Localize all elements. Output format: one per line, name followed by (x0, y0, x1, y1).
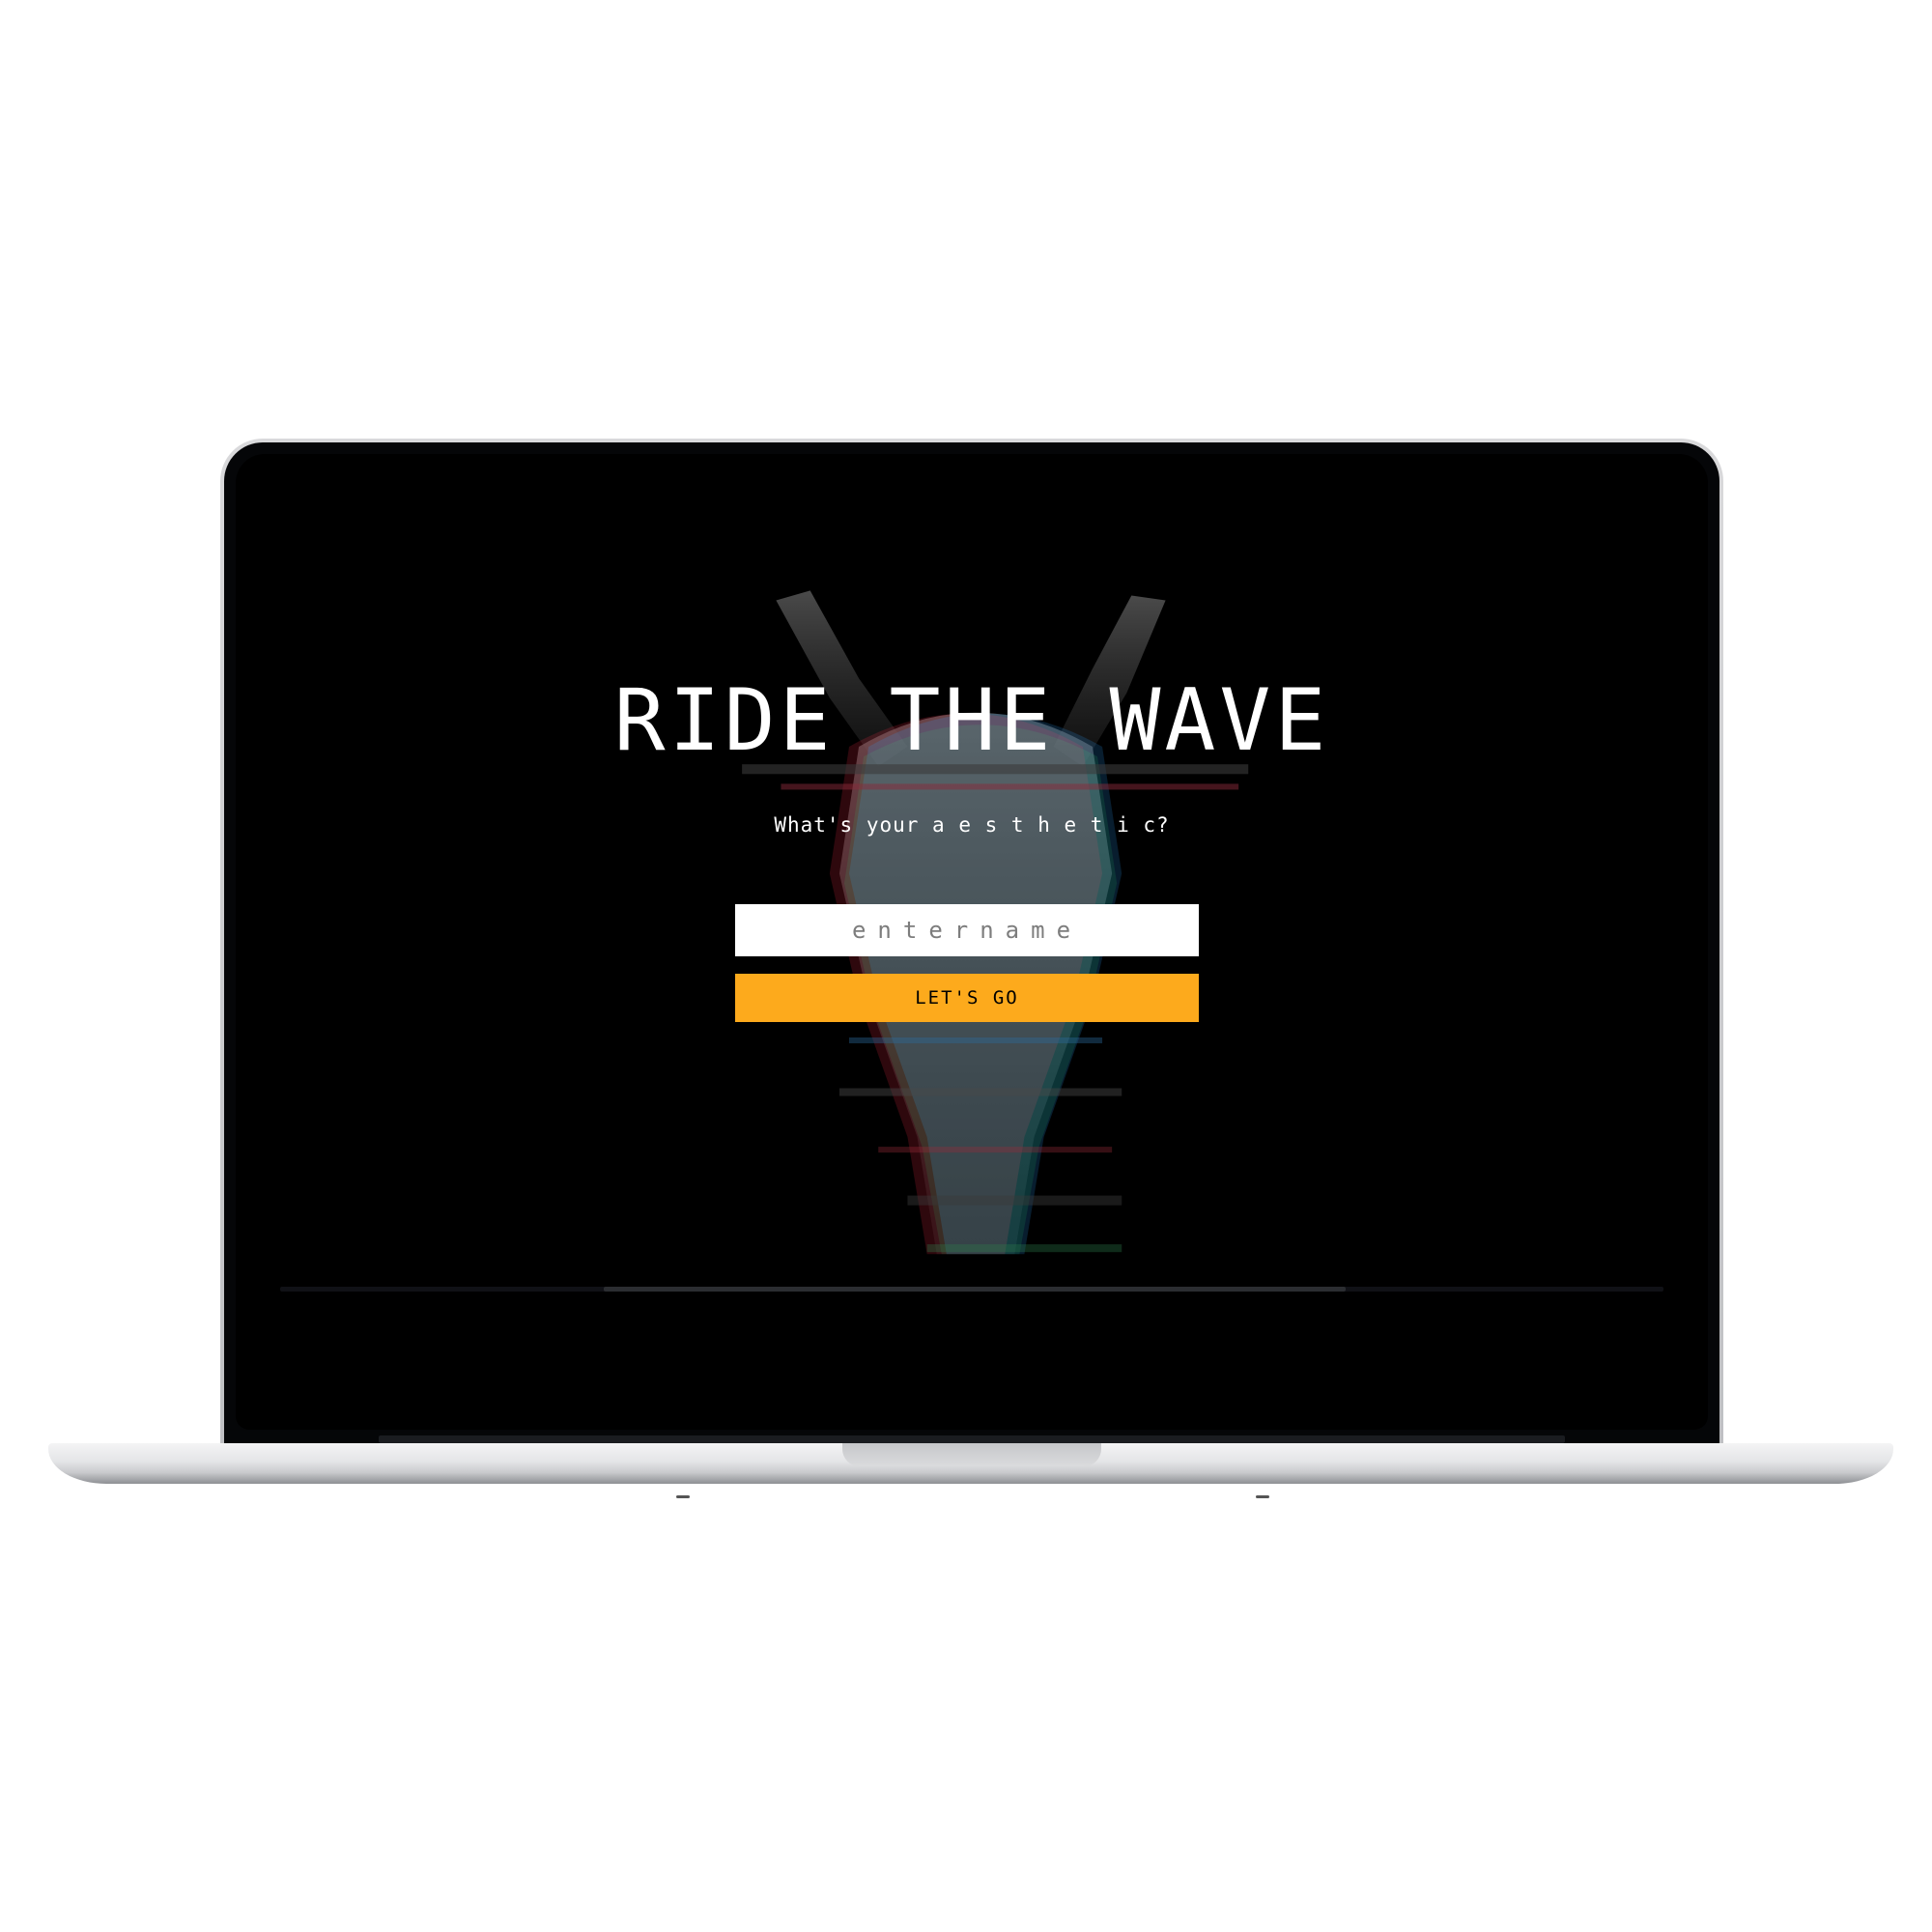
laptop-foot (1256, 1495, 1269, 1498)
laptop-lid: RIDE THE WAVE What's your a e s t h e t … (220, 439, 1723, 1449)
subtitle: What's your a e s t h e t i c? (774, 813, 1170, 837)
hero: RIDE THE WAVE What's your a e s t h e t … (236, 670, 1708, 838)
app-screen: RIDE THE WAVE What's your a e s t h e t … (236, 454, 1708, 1430)
lid-hinge (379, 1435, 1565, 1443)
name-form: LET'S GO (735, 904, 1199, 1022)
scroll-thumb[interactable] (604, 1287, 1346, 1292)
screen-bezel: RIDE THE WAVE What's your a e s t h e t … (224, 442, 1719, 1449)
page-title: RIDE THE WAVE (613, 670, 1330, 770)
laptop-foot (676, 1495, 690, 1498)
lets-go-button[interactable]: LET'S GO (735, 974, 1199, 1022)
laptop-notch (842, 1443, 1101, 1466)
scroll-track[interactable] (280, 1287, 1663, 1292)
name-input[interactable] (735, 904, 1199, 956)
